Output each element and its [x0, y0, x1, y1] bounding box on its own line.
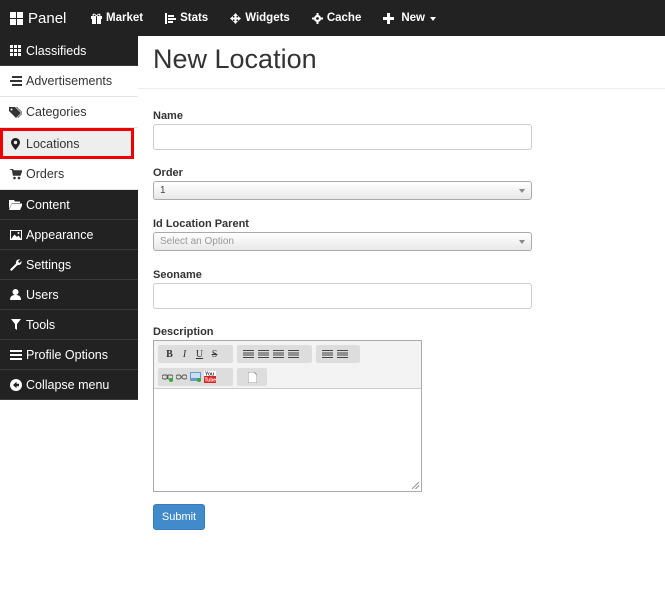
title-divider	[138, 88, 665, 89]
sidebar-item-label: Profile Options	[26, 347, 108, 362]
sidebar-item-advertisements[interactable]: Advertisements	[0, 66, 138, 97]
parent-select-placeholder: Select an Option	[160, 236, 234, 247]
sidebar-item-content[interactable]: Content	[0, 190, 138, 220]
sidebar-item-categories[interactable]: Categories	[0, 97, 138, 128]
grid-icon	[10, 11, 23, 25]
dropdown-arrow-icon	[519, 189, 525, 193]
underline-button[interactable]: U	[192, 349, 207, 360]
sidebar-item-classifieds[interactable]: Classifieds	[0, 36, 138, 66]
sidebar-item-label: Advertisements	[26, 74, 113, 88]
alignment-group	[237, 345, 312, 363]
circle-arrow-left-icon	[9, 378, 22, 391]
picture-icon	[9, 229, 22, 240]
parent-label: Id Location Parent	[153, 218, 249, 230]
order-select-value: 1	[160, 185, 166, 196]
name-input[interactable]	[153, 124, 532, 150]
main-content: New Location	[153, 36, 665, 88]
unlink-icon[interactable]	[176, 373, 187, 382]
bar-chart-icon	[165, 12, 177, 24]
description-editor: B I U S You Tube	[153, 340, 422, 492]
description-label: Description	[153, 326, 214, 338]
sidebar: Classifieds Advertisements Categories Lo…	[0, 36, 138, 400]
nav-cache[interactable]: Cache	[301, 0, 373, 36]
grid-icon	[9, 45, 22, 56]
align-left-button[interactable]	[243, 350, 254, 358]
map-marker-icon	[9, 137, 22, 150]
list-icon	[9, 349, 22, 360]
sidebar-item-label: Appearance	[26, 227, 94, 242]
caret-down-icon	[430, 16, 437, 21]
link-icon[interactable]	[162, 373, 173, 382]
image-icon[interactable]	[190, 372, 201, 382]
brand-link[interactable]: Panel	[0, 0, 80, 36]
svg-text:Tube: Tube	[205, 378, 217, 384]
nav-cache-label: Cache	[326, 12, 362, 24]
strikethrough-button[interactable]: S	[207, 349, 222, 360]
sidebar-item-label: Tools	[26, 317, 56, 332]
seoname-input[interactable]	[153, 283, 532, 309]
sidebar-item-label: Users	[26, 287, 59, 302]
source-view-icon[interactable]	[247, 371, 257, 383]
sidebar-item-label: Categories	[26, 105, 87, 119]
align-center-button[interactable]	[258, 350, 269, 358]
nav-market[interactable]: Market	[80, 0, 154, 36]
name-label: Name	[153, 110, 183, 122]
insert-group: You Tube	[158, 368, 233, 386]
list-icon	[9, 76, 22, 86]
numbered-list-button[interactable]	[337, 350, 348, 358]
cart-icon	[9, 168, 22, 180]
bold-button[interactable]: B	[162, 349, 177, 360]
text-style-group: B I U S	[158, 345, 233, 363]
sidebar-item-users[interactable]: Users	[0, 280, 138, 310]
sidebar-item-locations[interactable]: Locations	[0, 128, 134, 159]
dropdown-arrow-icon	[519, 240, 525, 244]
move-icon	[230, 12, 242, 24]
plus-icon	[383, 12, 395, 24]
list-group	[316, 345, 360, 363]
tags-icon	[9, 106, 22, 118]
nav-market-label: Market	[106, 12, 144, 24]
filter-icon	[9, 319, 22, 330]
sidebar-item-settings[interactable]: Settings	[0, 250, 138, 280]
parent-location-select[interactable]: Select an Option	[153, 232, 532, 251]
seoname-label: Seoname	[153, 269, 202, 281]
user-icon	[9, 289, 22, 300]
nav-stats-label: Stats	[180, 12, 209, 24]
submit-button[interactable]: Submit	[153, 504, 205, 530]
source-group	[237, 368, 267, 386]
nav-stats[interactable]: Stats	[154, 0, 219, 36]
sidebar-item-label: Classifieds	[26, 43, 87, 58]
editor-toolbar: B I U S You Tube	[154, 341, 421, 389]
sidebar-item-label: Content	[26, 197, 70, 212]
gift-icon	[91, 13, 102, 24]
brand-label: Panel	[28, 9, 67, 27]
align-right-button[interactable]	[273, 350, 284, 358]
sidebar-item-orders[interactable]: Orders	[0, 159, 138, 190]
sidebar-item-label: Orders	[26, 167, 65, 181]
sidebar-item-collapse-menu[interactable]: Collapse menu	[0, 370, 138, 400]
nav-widgets[interactable]: Widgets	[219, 0, 301, 36]
wrench-icon	[9, 258, 22, 271]
nav-new-dropdown[interactable]: New	[372, 0, 447, 36]
bullet-list-button[interactable]	[322, 350, 333, 358]
sidebar-item-label: Locations	[26, 136, 80, 151]
nav-new-label: New	[401, 12, 426, 24]
folder-open-icon	[9, 199, 22, 210]
sidebar-item-profile-options[interactable]: Profile Options	[0, 340, 138, 370]
sidebar-item-tools[interactable]: Tools	[0, 310, 138, 340]
order-select[interactable]: 1	[153, 181, 532, 200]
order-label: Order	[153, 167, 183, 179]
top-navbar: Panel Market Stats Widgets Cache New	[0, 0, 665, 36]
resize-grip-icon[interactable]	[412, 482, 419, 489]
editor-text-area[interactable]	[154, 389, 421, 491]
youtube-icon[interactable]: You Tube	[204, 371, 216, 383]
nav-widgets-label: Widgets	[245, 12, 290, 24]
sidebar-item-appearance[interactable]: Appearance	[0, 220, 138, 250]
justify-button[interactable]	[288, 350, 299, 358]
sidebar-item-label: Collapse menu	[26, 377, 110, 392]
sidebar-item-label: Settings	[26, 257, 72, 272]
italic-button[interactable]: I	[177, 349, 192, 360]
gear-icon	[311, 12, 323, 24]
page-title: New Location	[153, 44, 317, 74]
